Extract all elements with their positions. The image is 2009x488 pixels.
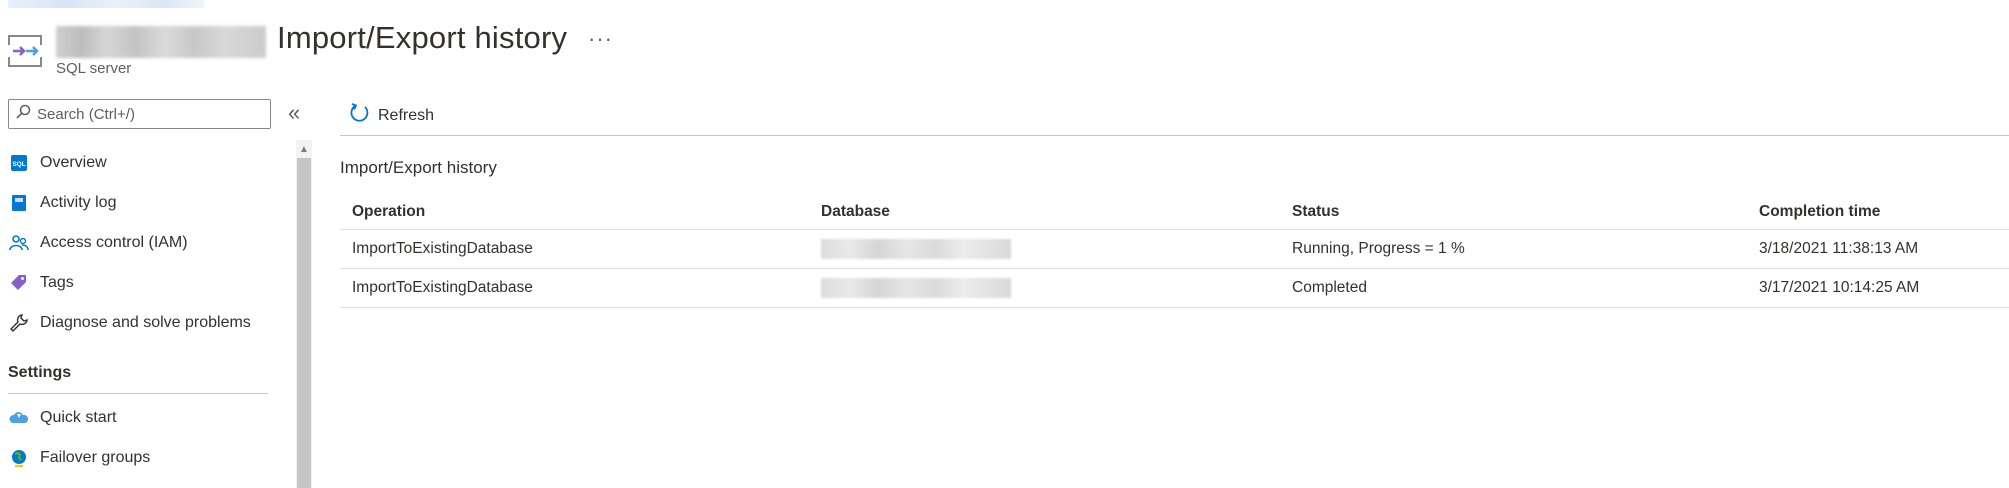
- table-header-row: Operation Database Status Completion tim…: [340, 194, 2009, 230]
- cloud-icon: [8, 407, 30, 429]
- sidebar-item-label: Tags: [40, 274, 74, 291]
- sidebar-item-iam[interactable]: Access control (IAM): [0, 223, 280, 263]
- completion-time-cell: 3/18/2021 11:38:13 AM: [1759, 240, 1919, 257]
- command-bar: Refresh: [340, 98, 2009, 136]
- sql-icon: SQL: [8, 152, 30, 174]
- sidebar-item-failover-groups[interactable]: Failover groups: [0, 438, 280, 478]
- sidebar-item-label: Failover groups: [40, 449, 151, 466]
- database-cell: [821, 269, 1011, 307]
- tag-icon: [8, 272, 30, 294]
- divider: [8, 393, 268, 394]
- search-field[interactable]: [8, 99, 271, 129]
- sidebar-item-label: Activity log: [40, 194, 117, 211]
- sidebar-scrollbar[interactable]: ▲: [296, 140, 312, 488]
- sidebar-item-tags[interactable]: Tags: [0, 263, 280, 303]
- sidebar-item-diagnose[interactable]: Diagnose and solve problems: [0, 303, 280, 343]
- operation-cell: ImportToExistingDatabase: [352, 279, 533, 296]
- column-header-operation[interactable]: Operation: [352, 194, 425, 229]
- activity-log-icon: [8, 192, 30, 214]
- operation-cell: ImportToExistingDatabase: [352, 240, 533, 257]
- search-input[interactable]: [37, 105, 257, 123]
- sidebar-item-label: Quick start: [40, 409, 117, 426]
- sql-server-icon: [8, 35, 42, 67]
- page-title: Import/Export history: [277, 20, 568, 55]
- redacted-database-name: [821, 239, 1011, 259]
- breadcrumb[interactable]: [8, 0, 204, 8]
- scroll-thumb[interactable]: [297, 158, 311, 488]
- wrench-icon: [8, 312, 30, 334]
- resource-name: [56, 26, 266, 58]
- sidebar-item-label: Diagnose and solve problems: [40, 314, 251, 331]
- sidebar-item-quick-start[interactable]: Quick start: [0, 398, 280, 438]
- collapse-sidebar-button[interactable]: «: [288, 100, 300, 126]
- redacted-database-name: [821, 278, 1011, 298]
- column-header-database[interactable]: Database: [821, 194, 890, 229]
- section-title: Import/Export history: [340, 158, 497, 177]
- sidebar-item-label: Overview: [40, 154, 107, 171]
- refresh-label: Refresh: [378, 106, 435, 124]
- search-icon: [15, 104, 31, 125]
- sidebar-item-activity-log[interactable]: Activity log: [0, 183, 280, 223]
- completion-time-cell: 3/17/2021 10:14:25 AM: [1759, 279, 1920, 296]
- sidebar-item-label: Access control (IAM): [40, 234, 188, 251]
- status-cell: Running, Progress = 1 %: [1292, 240, 1465, 257]
- globe-icon: [8, 447, 30, 469]
- refresh-button[interactable]: Refresh: [348, 102, 434, 129]
- sidebar-item-overview[interactable]: SQL Overview: [0, 143, 280, 183]
- resource-type: SQL server: [56, 60, 132, 77]
- column-header-completion-time[interactable]: Completion time: [1759, 194, 1880, 229]
- svg-text:SQL: SQL: [12, 161, 25, 168]
- database-cell: [821, 230, 1011, 268]
- scroll-up-arrow-icon[interactable]: ▲: [296, 144, 312, 158]
- people-icon: [8, 232, 30, 254]
- settings-heading: Settings: [8, 364, 72, 381]
- refresh-icon: [348, 102, 378, 129]
- status-cell: Completed: [1292, 279, 1367, 296]
- history-table: Operation Database Status Completion tim…: [340, 194, 2009, 308]
- sidebar-nav: SQL Overview Activity log Access control…: [0, 143, 280, 478]
- more-options-button[interactable]: ···: [588, 26, 613, 52]
- column-header-status[interactable]: Status: [1292, 194, 1339, 229]
- table-row[interactable]: ImportToExistingDatabase Running, Progre…: [340, 230, 2009, 269]
- table-row[interactable]: ImportToExistingDatabase Completed 3/17/…: [340, 269, 2009, 308]
